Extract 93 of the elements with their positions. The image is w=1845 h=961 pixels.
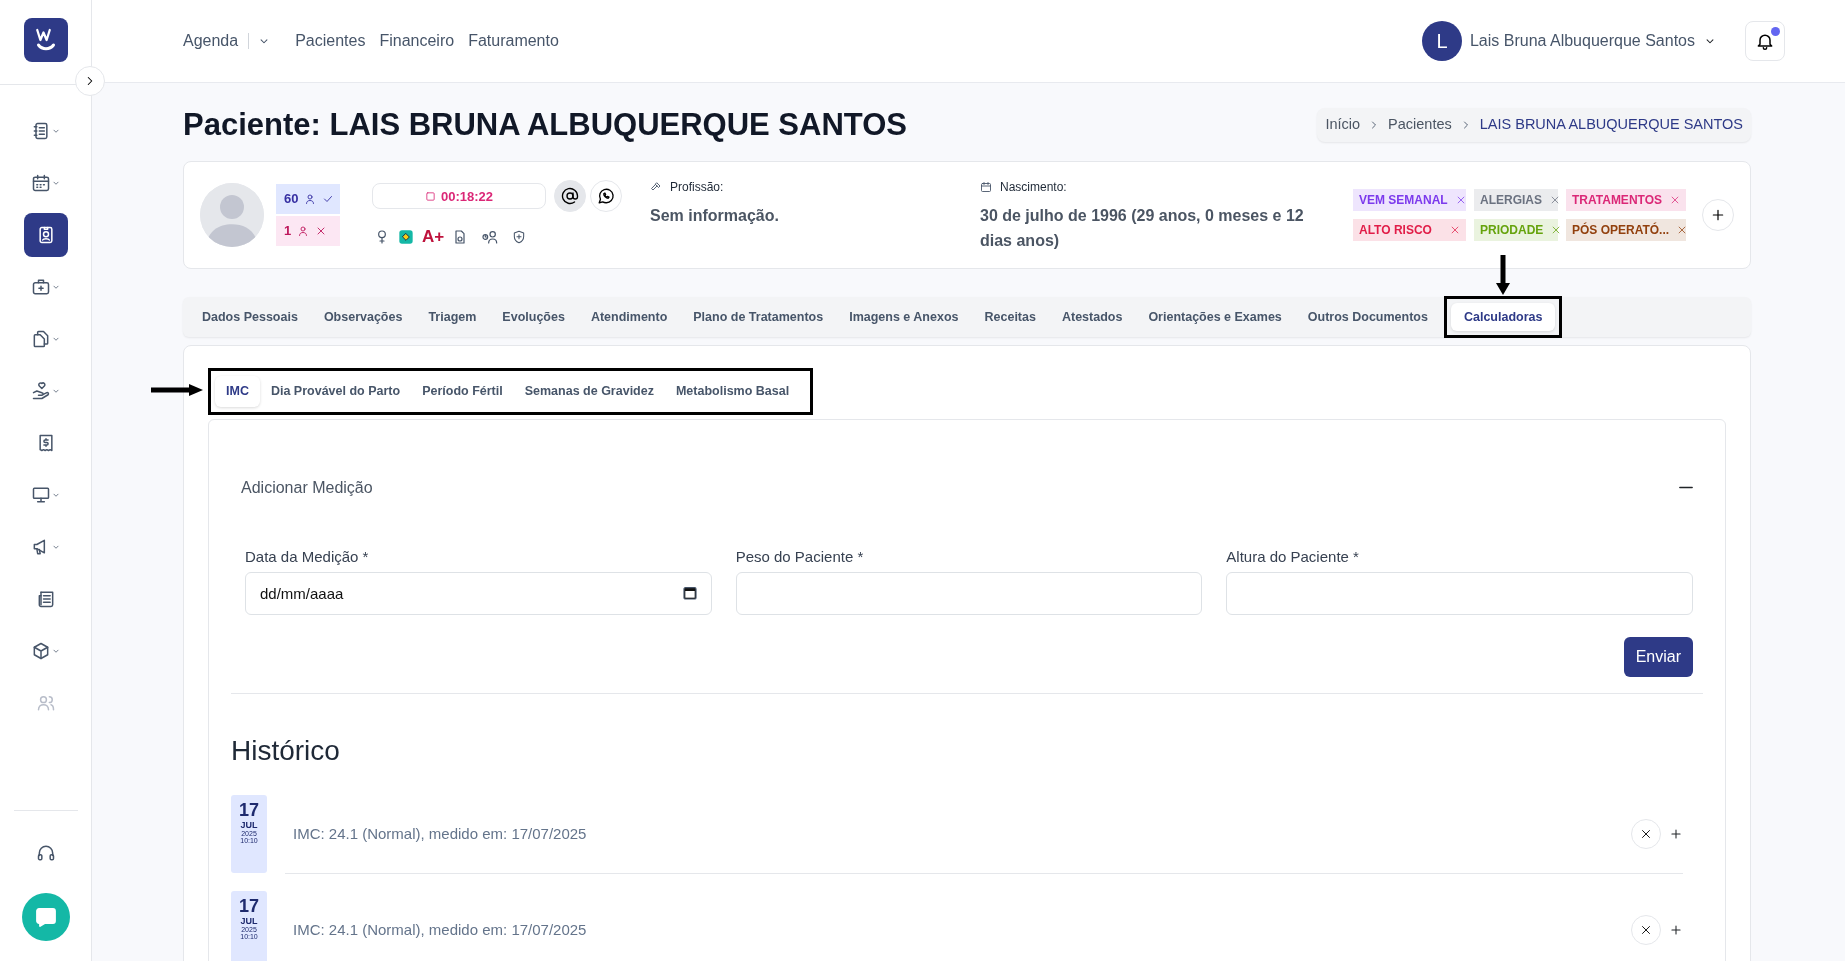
remove-tag-button[interactable] [1550, 195, 1560, 205]
plus-icon [1669, 826, 1683, 841]
person-icon [297, 225, 310, 237]
history-entry-text: IMC: 24.1 (Normal), medido em: 17/07/2025 [292, 823, 588, 844]
tab[interactable]: Outros Documentos [1294, 302, 1441, 332]
breadcrumb-link[interactable]: Início [1325, 114, 1361, 136]
tab[interactable]: Receitas [971, 302, 1049, 332]
tab[interactable]: Triagem [415, 302, 490, 332]
patient-tag: TRATAMENTOS [1566, 189, 1686, 211]
minus-icon [1679, 486, 1693, 490]
subtab[interactable]: IMC [215, 376, 260, 407]
calendar-icon [681, 585, 698, 602]
field-label: Profissão: [670, 179, 724, 196]
field-value: 30 de julho de 1996 (29 anos, 0 meses e 12 dias anos) [980, 206, 1305, 251]
nav-link[interactable]: Agenda [183, 29, 272, 53]
close-icon [1455, 195, 1466, 205]
breadcrumb-link[interactable]: Pacientes [1388, 114, 1452, 136]
at-sign-icon [561, 187, 579, 206]
remove-tag-button[interactable] [1455, 195, 1466, 205]
annotation-arrow [151, 383, 203, 397]
remove-tag-button[interactable] [1677, 225, 1688, 235]
date-field[interactable]: dd/mm/aaaa [245, 572, 712, 616]
field-label: Data da Medição * [245, 546, 370, 567]
close-icon [1677, 225, 1688, 235]
section-title: Adicionar Medição [241, 477, 373, 498]
subtab[interactable]: Período Fértil [411, 376, 514, 407]
counter-value: 60 [284, 190, 299, 209]
expand-button[interactable] [1669, 922, 1683, 937]
close-icon [1670, 195, 1680, 205]
tab[interactable]: Orientações e Exames [1135, 302, 1295, 332]
remove-tag-button[interactable] [1670, 195, 1680, 205]
subtab[interactable]: Dia Provável do Parto [259, 376, 412, 407]
patient-tag: ALERGIAS [1474, 189, 1558, 211]
check-icon [322, 193, 335, 205]
sidebar-toggle-button[interactable] [75, 66, 105, 96]
tab[interactable]: Plano de Tratamentos [680, 302, 837, 332]
tab[interactable]: Observações [310, 302, 416, 332]
chat-phone-icon [597, 187, 615, 206]
close-icon [1450, 225, 1460, 235]
add-tag-button[interactable] [1702, 199, 1734, 231]
patient-tag: ALTO RISCO [1353, 219, 1466, 241]
page-title: Paciente: LAIS BRUNA ALBUQUERQUE SANTOS [183, 106, 907, 144]
input-field[interactable] [735, 572, 1203, 616]
counter-value: 1 [284, 222, 292, 241]
close-icon [1551, 225, 1562, 235]
patient-tag: PÓS OPERATÓ... [1566, 219, 1686, 241]
plus-icon [1710, 207, 1726, 223]
tab[interactable]: Dados Pessoais [189, 302, 311, 332]
close-icon [1550, 195, 1560, 205]
email-button[interactable] [554, 180, 586, 213]
shield-plus-icon [512, 229, 527, 245]
user-menu[interactable]: L Lais Bruna Albuquerque Santos [1421, 21, 1717, 61]
patient-tag: VEM SEMANAL [1353, 189, 1466, 211]
close-icon [1640, 923, 1652, 936]
chat-bubble-icon [33, 905, 58, 929]
expand-button[interactable] [1669, 826, 1683, 841]
tab[interactable]: Calculadoras [1450, 302, 1556, 332]
person-icon [304, 193, 317, 205]
nav-link[interactable]: Financeiro [379, 29, 455, 53]
tab[interactable]: Imagens e Anexos [836, 302, 972, 332]
square-badge-icon [398, 229, 414, 245]
input-field[interactable] [1226, 572, 1693, 616]
tab[interactable]: Atendimento [577, 302, 681, 332]
stop-square-icon [424, 190, 436, 202]
notifications-button[interactable] [1745, 21, 1785, 61]
history-entry-text: IMC: 24.1 (Normal), medido em: 17/07/2025 [292, 919, 588, 940]
field-label: Peso do Paciente * [735, 546, 865, 567]
field-value: Sem informação. [650, 206, 780, 226]
remove-tag-button[interactable] [1450, 225, 1460, 235]
tab[interactable]: Atestados [1048, 302, 1136, 332]
timer-text: 00:18:22 [440, 187, 493, 206]
field-label: Altura do Paciente * [1226, 546, 1360, 567]
plus-icon [1669, 922, 1683, 937]
subtab[interactable]: Semanas de Gravidez [513, 376, 665, 407]
section-heading: Histórico [231, 734, 341, 769]
sidebar-item[interactable] [23, 213, 68, 257]
annotation-arrow [1496, 254, 1511, 295]
patient-tag: PRIODADE [1474, 219, 1558, 241]
headset-icon [35, 843, 56, 863]
blood-type: A+ [422, 226, 445, 249]
close-icon [1640, 827, 1652, 840]
collapse-toggle[interactable] [1679, 486, 1693, 490]
user-avatar: L [1421, 21, 1462, 61]
subtab[interactable]: Metabolismo Basal [664, 376, 801, 407]
calendar-icon [980, 181, 992, 193]
nav-link[interactable]: Faturamento [468, 29, 559, 53]
app-logo[interactable] [23, 18, 68, 62]
hammer-icon [650, 181, 662, 193]
whatsapp-button[interactable] [590, 180, 622, 213]
nav-link[interactable]: Pacientes [295, 29, 366, 53]
field-label: Nascimento: [1000, 179, 1067, 196]
submit-button[interactable]: Enviar [1623, 637, 1693, 678]
tab[interactable]: Evoluções [489, 302, 578, 332]
